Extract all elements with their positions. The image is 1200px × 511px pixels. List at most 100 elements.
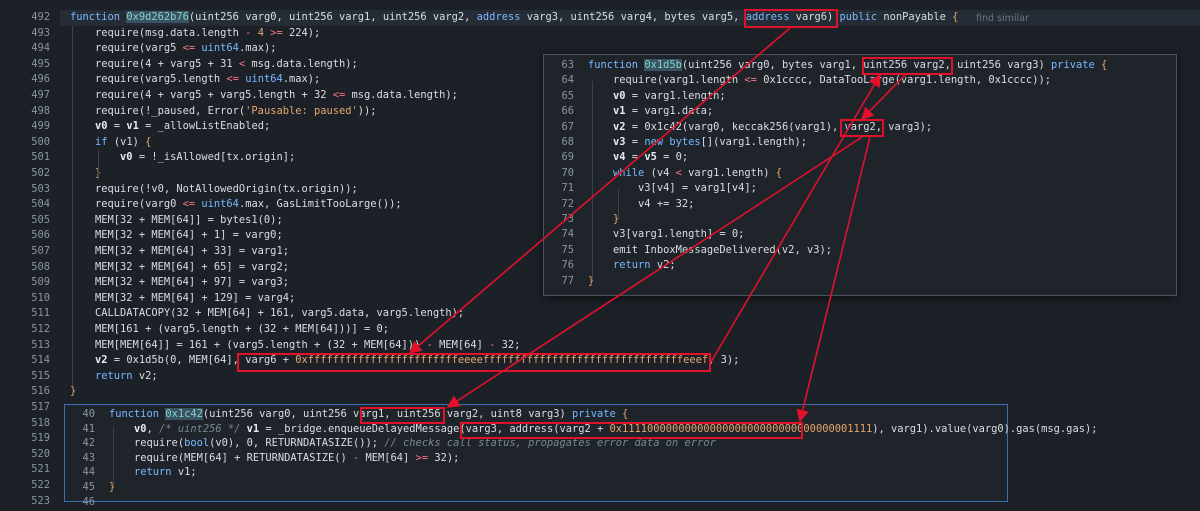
code-token: v4 — [613, 151, 626, 164]
line-code: } — [70, 166, 101, 181]
code-token: v1 — [126, 120, 139, 133]
code-token: [](varg1.length); — [700, 136, 807, 148]
code-token: bytes — [669, 136, 701, 148]
code-token: , DataTooLarge(varg1.length, 0x1cccc)); — [806, 74, 1051, 87]
code-token: MEM[MEM[64]] = 161 + (varg5.length + (32… — [70, 338, 427, 351]
line-code: while (v4 < varg1.length) { — [588, 166, 782, 181]
code-token: MEM[32 + MEM[64] + 129] = varg4; — [70, 291, 296, 304]
code-token: < — [238, 57, 252, 70]
code-token: ); — [307, 26, 321, 39]
line-number: 499 — [31, 120, 50, 133]
code-token: new — [644, 136, 670, 148]
code-token: (uint256 — [202, 408, 260, 420]
code-token: msg.data.length); — [351, 89, 458, 101]
code-token: < — [675, 166, 689, 179]
code-token: 32); — [434, 451, 460, 464]
code-token: MEM[32 + MEM[64] + 65] = varg2; — [70, 260, 289, 273]
code-token: - — [489, 338, 502, 351]
find-similar-hint[interactable]: find similar — [976, 11, 1029, 26]
line-code: require(varg5.length <= uint64.max); — [70, 72, 320, 87]
function-preview-popup-0x1c42: 40 function 0x1c42(uint256 varg0, uint256… — [64, 404, 1097, 508]
line-number: 514 — [31, 354, 50, 367]
code-token: = 0; — [656, 151, 689, 164]
line-number: 70 — [561, 166, 574, 179]
line-code: v0 = varg1.length; — [588, 89, 726, 104]
line-number: 498 — [31, 104, 50, 117]
code-token: MEM[64] — [439, 338, 490, 351]
code-token: require(msg.data.length — [70, 26, 246, 39]
code-token: varg0 — [738, 59, 770, 71]
line-number: 68 — [561, 136, 574, 148]
code-token: = — [625, 136, 645, 148]
code-token: require( — [109, 437, 185, 450]
line-code: } — [70, 384, 76, 399]
code-token: { — [622, 408, 629, 420]
code-token: { — [1101, 59, 1108, 71]
code-token: , uint256 — [558, 11, 621, 23]
code-token: { — [952, 11, 959, 23]
code-token: uint64 — [201, 198, 239, 211]
line-number: 520 — [31, 447, 50, 460]
line-code: v3[varg1.length] = 0; — [588, 227, 744, 242]
indent-guide — [98, 150, 99, 180]
line-number: 63 — [561, 59, 574, 71]
code-token: >= — [270, 26, 289, 39]
code-token: v3 — [613, 136, 626, 148]
code-token: return — [95, 369, 139, 382]
line-code: require(MEM[64] + RETURNDATASIZE() - MEM… — [109, 451, 459, 466]
line-code: function 0x1d5b(uint256 varg0, bytes var… — [588, 58, 1107, 73]
line-number: 76 — [561, 259, 574, 272]
line-number: 74 — [561, 228, 574, 241]
line-code: v4 += 32; — [588, 197, 694, 212]
line-number: 44 — [82, 466, 95, 479]
code-token: v0 — [95, 120, 108, 133]
code-token: = — [107, 120, 127, 133]
code-token: varg1 — [819, 59, 851, 71]
line-code: return v2; — [588, 258, 676, 273]
line-number: 495 — [31, 57, 50, 70]
code-token: varg3 — [528, 408, 560, 420]
line-number: 515 — [31, 369, 50, 382]
line-number: 505 — [31, 213, 50, 226]
code-token: require(varg5 — [70, 42, 183, 55]
highlight-box-1c42-address-expression — [460, 422, 803, 439]
code-token: msg.data.length); — [251, 57, 358, 70]
code-token: , uint8 — [478, 408, 529, 420]
line-number: 72 — [561, 197, 574, 210]
code-token: ) — [559, 408, 572, 420]
code-token: , uint256 — [276, 11, 340, 23]
code-token: v0 — [134, 422, 147, 435]
line-number: 64 — [561, 74, 574, 87]
code-token: 32; — [501, 338, 521, 351]
code-token: /* uint256 */ — [159, 422, 247, 435]
code-token: nonPayable — [883, 11, 953, 23]
line-number: 42 — [82, 437, 95, 450]
code-token: varg0 — [245, 11, 277, 23]
line-number: 523 — [31, 494, 50, 507]
code-token: require(4 + varg5 + varg5.length + 32 — [70, 89, 333, 101]
code-token: , uint256 — [944, 59, 1008, 71]
code-token: 'Pausable: paused' — [245, 104, 358, 117]
code-token: , uint256 — [370, 11, 433, 23]
code-editor: 492 function 0x9d262b76(uint256 varg0, ui… — [0, 0, 1200, 511]
code-token: , uint256 — [290, 408, 354, 420]
code-token: v2 — [613, 120, 626, 133]
line-number: 497 — [31, 89, 50, 101]
code-token: (v4 — [650, 166, 676, 179]
code-token: = varg1.length; — [625, 89, 726, 102]
line-number: 509 — [31, 276, 50, 289]
line-number: 513 — [31, 338, 50, 351]
line-code: emit InboxMessageDelivered(v2, v3); — [588, 243, 832, 258]
code-token: v3[v4] = varg1[v4]; — [588, 182, 757, 195]
code-token: .max, GasLimitTooLarge()); — [238, 198, 402, 211]
code-token: } — [588, 274, 595, 287]
code-token: bool — [184, 437, 210, 450]
code-token: varg3 — [526, 11, 558, 23]
line-number: 507 — [31, 245, 50, 257]
highlight-box-varg6-expression — [237, 353, 711, 372]
